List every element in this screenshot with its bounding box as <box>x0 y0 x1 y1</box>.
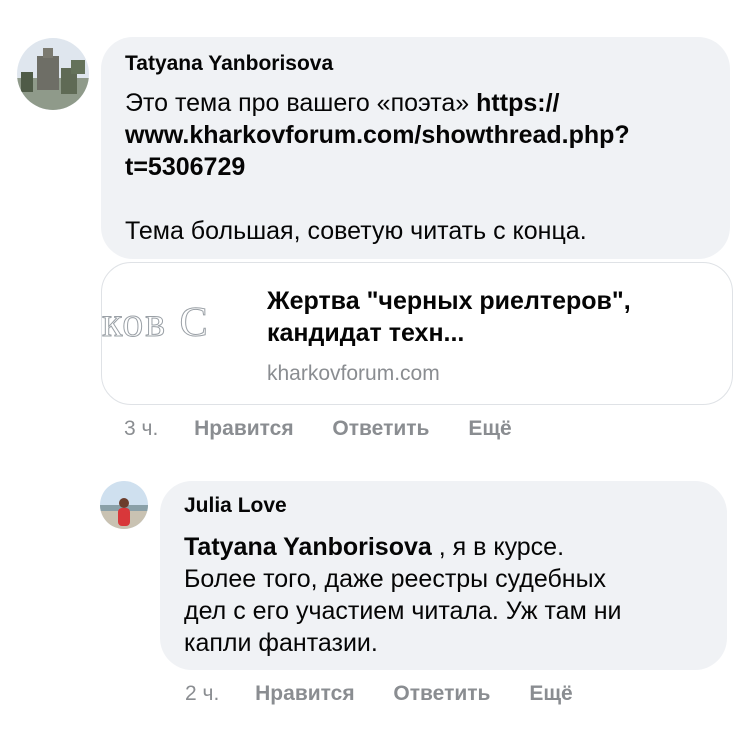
comment-mention[interactable]: Tatyana Yanborisova <box>184 533 432 561</box>
comment-link-part3[interactable]: t=5306729 <box>125 151 715 183</box>
comment-link-part1[interactable]: https:// <box>476 89 559 117</box>
comment-text-plain: Это тема про вашего «поэта» <box>125 89 477 117</box>
comment-actions: 3 ч. Нравится Ответить Ещё <box>124 416 512 442</box>
link-thumbnail-text: ков С <box>102 300 210 347</box>
comment-actions: 2 ч. Нравится Ответить Ещё <box>185 681 573 707</box>
avatar-julia[interactable] <box>100 481 148 529</box>
comment-link-part2[interactable]: www.kharkovforum.com/showthread.php? <box>125 119 715 151</box>
comment-text: Tatyana Yanborisova , я в курсе. Более т… <box>184 531 714 659</box>
like-button[interactable]: Нравится <box>194 416 293 442</box>
reply-button[interactable]: Ответить <box>393 681 490 707</box>
comment-text-line: Более того, даже реестры судебных <box>184 565 607 593</box>
comment-text: Это тема про вашего «поэта» https:// www… <box>125 87 715 247</box>
comment-bubble-tatyana: Tatyana Yanborisova Это тема про вашего … <box>101 37 730 259</box>
comment-text-after: Тема большая, советую читать с конца. <box>125 217 587 245</box>
more-button[interactable]: Ещё <box>468 416 511 442</box>
comment-text-line: капли фантазии. <box>184 629 378 657</box>
comment-timestamp[interactable]: 3 ч. <box>124 416 158 442</box>
more-button[interactable]: Ещё <box>529 681 572 707</box>
comment-author-name[interactable]: Tatyana Yanborisova <box>125 51 333 77</box>
comment-text-line: Tatyana Yanborisova , я в курсе. <box>184 533 565 561</box>
link-thumbnail: ков С <box>102 263 252 403</box>
like-button[interactable]: Нравится <box>255 681 354 707</box>
reply-button[interactable]: Ответить <box>332 416 429 442</box>
comment-text-line: Это тема про вашего «поэта» https:// <box>125 87 715 119</box>
link-preview-card[interactable]: ков С Жертва "черных риелтеров", кандида… <box>101 262 733 405</box>
avatar-photo-icon <box>17 38 89 110</box>
avatar-tatyana[interactable] <box>17 38 89 110</box>
comment-text-line: дел с его участием читала. Уж там ни <box>184 597 622 625</box>
avatar-photo-icon <box>100 481 148 529</box>
comment-timestamp[interactable]: 2 ч. <box>185 681 219 707</box>
link-preview-title[interactable]: Жертва "черных риелтеров", кандидат техн… <box>267 285 707 349</box>
comment-bubble-julia: Julia Love Tatyana Yanborisova , я в кур… <box>160 481 727 670</box>
link-preview-domain: kharkovforum.com <box>267 362 440 385</box>
comment-author-name[interactable]: Julia Love <box>184 493 287 519</box>
